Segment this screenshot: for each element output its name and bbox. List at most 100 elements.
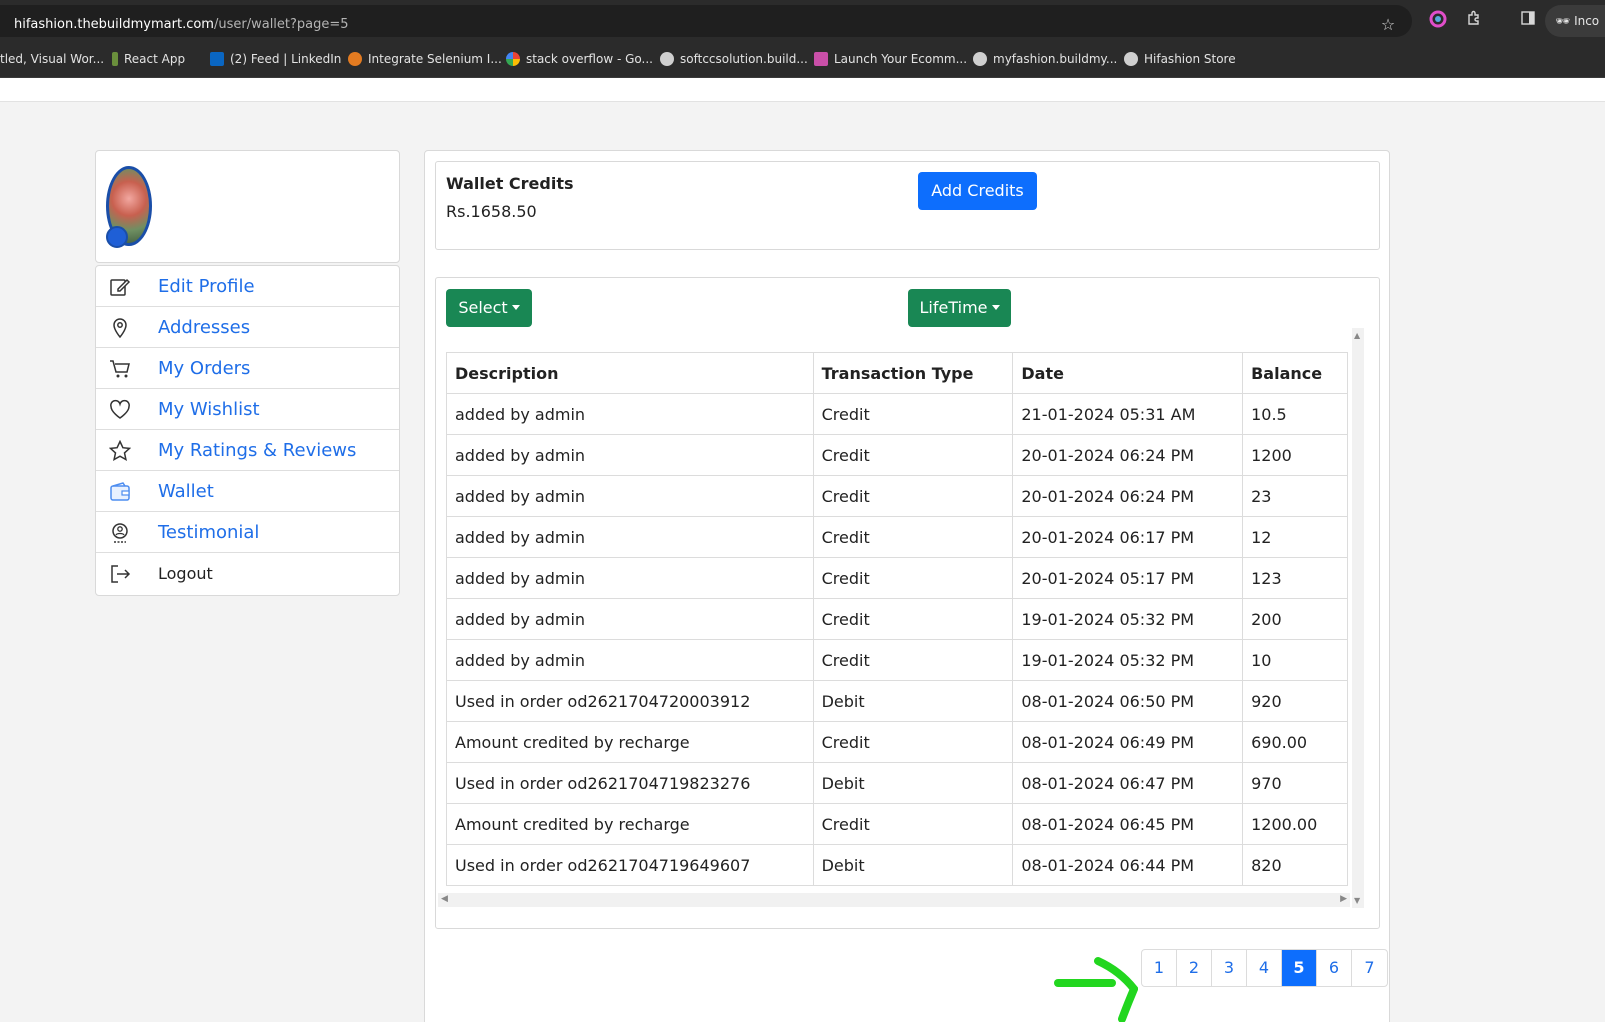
bookmark-label: Integrate Selenium I... (368, 52, 502, 66)
cell-date: 21-01-2024 05:31 AM (1012, 393, 1244, 435)
sidebar-item-my-orders[interactable]: My Orders (96, 348, 399, 389)
heart-icon (110, 399, 130, 419)
wallet-balance: Rs.1658.50 (446, 202, 537, 221)
table-row: added by admin Credit 19-01-2024 05:32 PM 2… (446, 598, 1348, 640)
page-link-6[interactable]: 6 (1317, 950, 1352, 986)
horizontal-scrollbar[interactable]: ◀ ▶ (438, 893, 1350, 907)
cell-balance: 23 (1242, 475, 1348, 517)
cell-type: Debit (812, 680, 1014, 722)
pagination: 1 2 3 4 5 6 7 (1141, 949, 1388, 987)
sidebar-item-addresses[interactable]: Addresses (96, 307, 399, 348)
incognito-indicator[interactable]: 🕶 Inco (1545, 5, 1605, 37)
cell-balance: 690.00 (1242, 721, 1348, 763)
sidebar-item-label: My Ratings & Reviews (158, 439, 357, 461)
bookmark-item[interactable]: tled, Visual Wor... (0, 50, 104, 68)
award-icon (112, 523, 128, 543)
profile-card (95, 150, 400, 263)
url-path: /user/wallet?page=5 (213, 17, 349, 32)
bookmark-item[interactable]: Hifashion Store (1124, 50, 1236, 68)
page-link-4[interactable]: 4 (1247, 950, 1282, 986)
scroll-right-arrow-icon[interactable]: ▶ (1340, 894, 1347, 904)
period-filter-label: LifeTime (919, 298, 988, 317)
store-icon (814, 52, 828, 66)
bookmark-item[interactable]: Integrate Selenium I... (348, 50, 502, 68)
bookmark-item[interactable]: softccsolution.build... (660, 50, 808, 68)
sidebar-item-label: My Wishlist (158, 398, 260, 420)
sidebar-item-wallet[interactable]: Wallet (96, 471, 399, 512)
bookmark-star-icon[interactable]: ☆ (1378, 15, 1398, 35)
site-header (0, 78, 1605, 102)
table-row: added by admin Credit 20-01-2024 05:17 PM 1… (446, 557, 1348, 599)
sidebar-item-label: Testimonial (158, 521, 260, 543)
bookmark-item[interactable]: myfashion.buildmy... (973, 50, 1117, 68)
cell-date: 08-01-2024 06:50 PM (1012, 680, 1244, 722)
url-text[interactable]: hifashion.thebuildmymart.com/user/wallet… (14, 17, 349, 32)
transactions-table-scroll[interactable]: Description Transaction Type Date Balanc… (446, 352, 1348, 890)
bookmark-item[interactable]: (2) Feed | LinkedIn (210, 50, 341, 68)
bookmark-label: Launch Your Ecomm... (834, 52, 968, 66)
bookmark-favicon-icon (348, 52, 362, 66)
sidebar-item-testimonial[interactable]: Testimonial (96, 512, 399, 553)
scroll-left-arrow-icon[interactable]: ◀ (441, 894, 448, 904)
scroll-up-arrow-icon[interactable]: ▲ (1354, 331, 1360, 340)
sidebar-item-my-ratings-reviews[interactable]: My Ratings & Reviews (96, 430, 399, 471)
period-filter-dropdown[interactable]: LifeTime (908, 289, 1011, 327)
incognito-label: Inco (1574, 14, 1600, 28)
avatar-edit-badge[interactable] (106, 226, 128, 248)
page-link-7[interactable]: 7 (1352, 950, 1387, 986)
sidebar-item-logout[interactable]: Logout (96, 553, 399, 594)
cell-type: Credit (812, 393, 1014, 435)
scroll-down-arrow-icon[interactable]: ▼ (1354, 896, 1360, 905)
cell-description: added by admin (446, 393, 814, 435)
edit-icon (110, 278, 131, 296)
sidebar-item-my-wishlist[interactable]: My Wishlist (96, 389, 399, 430)
table-row: Used in order od2621704719649607 Debit 08-… (446, 844, 1348, 886)
table-header-row: Description Transaction Type Date Balanc… (446, 352, 1348, 394)
cell-date: 20-01-2024 06:17 PM (1012, 516, 1244, 558)
vertical-scrollbar[interactable]: ▲ ▼ (1352, 328, 1364, 908)
table-row: added by admin Credit 21-01-2024 05:31 AM 1… (446, 393, 1348, 435)
page-link-1[interactable]: 1 (1142, 950, 1177, 986)
side-panel-icon[interactable] (1518, 10, 1538, 30)
linkedin-icon (210, 52, 224, 66)
globe-icon (1124, 52, 1138, 66)
page-link-2[interactable]: 2 (1177, 950, 1212, 986)
bookmark-item[interactable]: Launch Your Ecomm... (814, 50, 967, 68)
sidebar-item-edit-profile[interactable]: Edit Profile (96, 266, 399, 307)
cell-description: Used in order od2621704720003912 (446, 680, 814, 722)
page-link-5-active[interactable]: 5 (1282, 950, 1317, 986)
add-credits-button[interactable]: Add Credits (918, 172, 1037, 210)
url-host: hifashion.thebuildmymart.com (14, 17, 214, 32)
type-filter-dropdown[interactable]: Select (446, 289, 532, 327)
cell-date: 08-01-2024 06:44 PM (1012, 844, 1244, 886)
globe-icon (660, 52, 674, 66)
type-filter-label: Select (458, 298, 508, 317)
cell-description: Amount credited by recharge (446, 721, 814, 763)
bookmark-item[interactable]: stack overflow - Go... (506, 50, 653, 68)
address-bar[interactable]: hifashion.thebuildmymart.com/user/wallet… (0, 5, 1412, 37)
transactions-card: Select LifeTime Description Transaction … (435, 277, 1380, 929)
table-row: Used in order od2621704720003912 Debit 08-… (446, 680, 1348, 722)
caret-down-icon (511, 305, 520, 310)
wallet-credits-title: Wallet Credits (446, 174, 574, 193)
extensions-puzzle-icon[interactable] (1464, 10, 1484, 30)
bookmark-label: (2) Feed | LinkedIn (230, 52, 342, 66)
cell-date: 19-01-2024 05:32 PM (1012, 639, 1244, 681)
cell-description: Used in order od2621704719649607 (446, 844, 814, 886)
incognito-icon: 🕶 (1555, 14, 1571, 28)
cell-description: Used in order od2621704719823276 (446, 762, 814, 804)
cell-balance: 970 (1242, 762, 1348, 804)
transactions-table: Description Transaction Type Date Balanc… (446, 352, 1348, 886)
cell-type: Credit (812, 557, 1014, 599)
color-extension-icon[interactable] (1428, 10, 1448, 30)
caret-down-icon (991, 305, 1000, 310)
cell-balance: 10.5 (1242, 393, 1348, 435)
cell-type: Credit (812, 434, 1014, 476)
cell-date: 19-01-2024 05:32 PM (1012, 598, 1244, 640)
page-link-3[interactable]: 3 (1212, 950, 1247, 986)
bookmark-item[interactable]: React App (112, 50, 185, 68)
cell-balance: 1200.00 (1242, 803, 1348, 845)
bookmark-label: React App (124, 52, 186, 66)
cell-date: 20-01-2024 06:24 PM (1012, 475, 1244, 517)
bookmark-label: softccsolution.build... (680, 52, 808, 66)
